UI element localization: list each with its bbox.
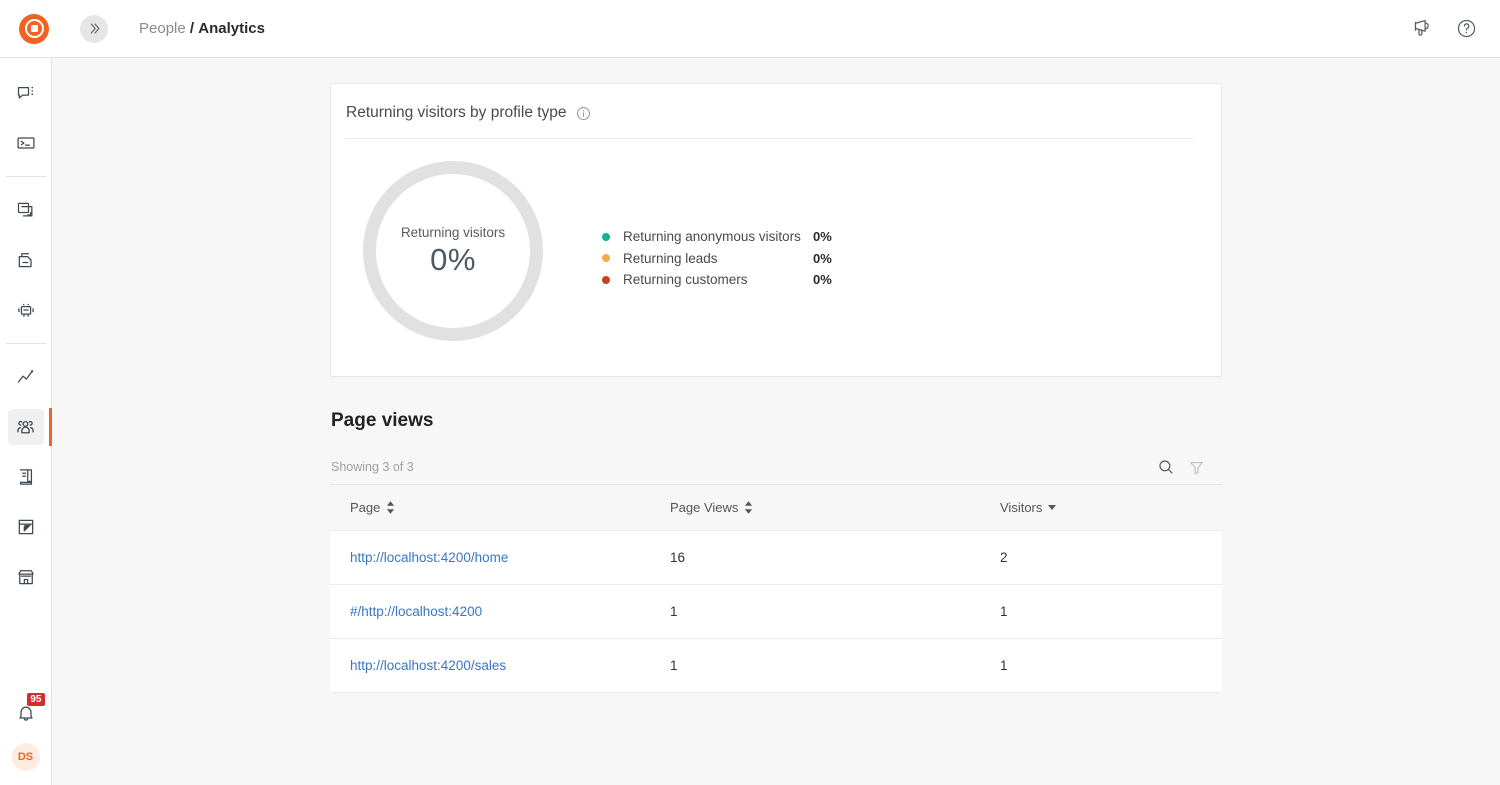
legend-label: Returning anonymous visitors <box>623 229 813 244</box>
sidebar-item-bots[interactable] <box>8 292 44 328</box>
column-header-page[interactable]: Page <box>330 485 670 531</box>
breadcrumb-separator: / <box>190 20 194 37</box>
sidebar-item-terminal[interactable] <box>8 125 44 161</box>
sort-both-icon <box>386 501 395 514</box>
column-label-page-views: Page Views <box>670 500 738 515</box>
target-logo-icon[interactable] <box>19 14 49 44</box>
page-views-table-wrap: Showing 3 of 3 <box>330 450 1222 753</box>
legend-label: Returning leads <box>623 251 813 266</box>
table-bottom-spacer <box>330 693 1222 753</box>
cell-page: #/http://localhost:4200 <box>330 585 670 639</box>
legend-item[interactable]: Returning anonymous visitors 0% <box>602 226 832 248</box>
sidebar-item-print[interactable] <box>8 242 44 278</box>
breadcrumb: People / Analytics <box>139 20 265 37</box>
cell-visitors: 1 <box>1000 639 1222 693</box>
card-title: Returning visitors by profile type <box>346 104 567 122</box>
donut-label: Returning visitors <box>401 225 505 240</box>
donut-value: 0% <box>430 242 476 278</box>
page-title: Page views <box>330 410 1222 432</box>
table-row[interactable]: #/http://localhost:4200 1 1 <box>330 585 1222 639</box>
avatar[interactable]: DS <box>12 743 40 771</box>
cell-visitors: 2 <box>1000 531 1222 585</box>
info-circle-icon[interactable] <box>576 106 591 121</box>
sidebar-item-people[interactable] <box>8 409 44 445</box>
search-icon[interactable] <box>1156 457 1176 477</box>
donut-chart: Returning visitors 0% <box>363 161 543 341</box>
breadcrumb-current: Analytics <box>198 20 265 37</box>
body-row: 95 DS Returning visitors by profile type <box>0 58 1500 785</box>
sidebar-item-knowledge-base[interactable] <box>8 459 44 495</box>
page-link[interactable]: http://localhost:4200/sales <box>350 658 506 673</box>
main-content: Returning visitors by profile type <box>52 58 1500 785</box>
table-toolbar: Showing 3 of 3 <box>330 450 1222 484</box>
sidebar-divider <box>6 176 46 177</box>
cell-visitors: 1 <box>1000 585 1222 639</box>
notification-badge: 95 <box>27 693 44 706</box>
legend-color-dot <box>602 276 610 284</box>
sidebar-item-conversations[interactable] <box>8 75 44 111</box>
double-chevron-right-icon[interactable] <box>80 15 108 43</box>
table-head: Page Page Views <box>330 485 1222 531</box>
page-link[interactable]: http://localhost:4200/home <box>350 550 508 565</box>
legend-item[interactable]: Returning leads 0% <box>602 248 832 270</box>
sidebar: 95 DS <box>0 58 52 785</box>
column-header-visitors[interactable]: Visitors <box>1000 485 1222 531</box>
column-label-page: Page <box>350 500 380 515</box>
legend-label: Returning customers <box>623 272 813 287</box>
table-row[interactable]: http://localhost:4200/sales 1 1 <box>330 639 1222 693</box>
content-inner: Returning visitors by profile type <box>330 83 1222 753</box>
page-views-table: Page Page Views <box>330 484 1222 693</box>
page-link[interactable]: #/http://localhost:4200 <box>350 604 482 619</box>
cell-page: http://localhost:4200/sales <box>330 639 670 693</box>
legend-color-dot <box>602 254 610 262</box>
column-header-page-views[interactable]: Page Views <box>670 485 1000 531</box>
topbar-icons <box>1410 17 1478 41</box>
legend-value: 0% <box>813 251 832 266</box>
legend-color-dot <box>602 233 610 241</box>
table-row[interactable]: http://localhost:4200/home 16 2 <box>330 531 1222 585</box>
column-label-visitors: Visitors <box>1000 500 1042 515</box>
breadcrumb-parent[interactable]: People <box>139 20 186 37</box>
app-root: People / Analytics <box>0 0 1500 785</box>
cell-page: http://localhost:4200/home <box>330 531 670 585</box>
sidebar-item-pages[interactable] <box>8 192 44 228</box>
cell-page-views: 1 <box>670 585 1000 639</box>
chart-legend: Returning anonymous visitors 0% Returnin… <box>602 226 832 291</box>
returning-visitors-card: Returning visitors by profile type <box>330 83 1222 377</box>
sidebar-item-store[interactable] <box>8 559 44 595</box>
table-body: http://localhost:4200/home 16 2 #/http:/… <box>330 531 1222 693</box>
sidebar-divider <box>6 343 46 344</box>
sidebar-item-analytics[interactable] <box>8 359 44 395</box>
help-circle-icon[interactable] <box>1454 17 1478 41</box>
cell-page-views: 1 <box>670 639 1000 693</box>
chart-area: Returning visitors 0% Returning anonymou… <box>346 139 1195 341</box>
top-bar: People / Analytics <box>0 0 1500 58</box>
sort-both-icon <box>744 501 753 514</box>
sidebar-bottom: 95 DS <box>8 695 44 785</box>
table-header-row: Page Page Views <box>330 485 1222 531</box>
legend-value: 0% <box>813 272 832 287</box>
filter-funnel-icon[interactable] <box>1186 457 1206 477</box>
logo-ring <box>25 19 44 38</box>
sidebar-item-selector[interactable] <box>8 509 44 545</box>
megaphone-icon[interactable] <box>1410 17 1434 41</box>
showing-count: Showing 3 of 3 <box>331 460 414 474</box>
legend-value: 0% <box>813 229 832 244</box>
legend-item[interactable]: Returning customers 0% <box>602 269 832 291</box>
cell-page-views: 16 <box>670 531 1000 585</box>
card-header: Returning visitors by profile type <box>346 104 1195 138</box>
logo-core <box>31 25 38 32</box>
bell-icon[interactable]: 95 <box>8 695 44 731</box>
chevron-down-icon <box>1048 505 1056 510</box>
